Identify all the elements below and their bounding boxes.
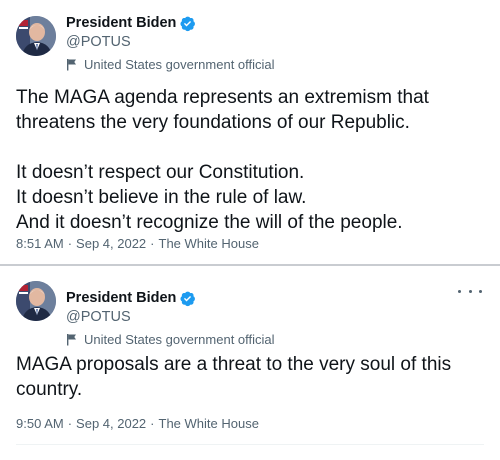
account-label: United States government official — [66, 55, 275, 73]
tweet-date[interactable]: Sep 4, 2022 — [76, 236, 146, 251]
tweet-text: The MAGA agenda represents an extremism … — [16, 87, 429, 233]
tweet-date[interactable]: Sep 4, 2022 — [76, 416, 146, 431]
tweet-card[interactable]: President Biden @POTUS United States gov… — [0, 266, 500, 460]
meta-separator: · — [150, 236, 155, 251]
account-label: United States government official — [66, 330, 275, 348]
flag-icon — [67, 58, 76, 70]
author-block: President Biden @POTUS United States gov… — [66, 13, 275, 73]
more-dot — [458, 289, 461, 293]
tweet-time[interactable]: 8:51 AM — [16, 236, 64, 251]
bottom-divider — [16, 444, 484, 445]
account-label-text: United States government official — [84, 331, 275, 347]
avatar[interactable] — [16, 16, 56, 56]
avatar[interactable] — [16, 281, 56, 321]
author-name[interactable]: President Biden — [66, 15, 176, 31]
verified-badge-icon — [179, 15, 196, 32]
meta-separator: · — [67, 416, 73, 431]
tweet-source[interactable]: The White House — [159, 416, 259, 431]
meta-separator: · — [150, 416, 155, 431]
meta-separator: · — [67, 236, 73, 251]
tweet-meta: 8:51 AM · Sep 4, 2022 · The White House — [16, 236, 259, 252]
more-options-icon[interactable] — [458, 284, 482, 298]
author-name[interactable]: President Biden — [66, 290, 176, 306]
tweet-card[interactable]: President Biden @POTUS United States gov… — [0, 0, 500, 264]
name-row: President Biden — [66, 13, 275, 33]
name-row: President Biden — [66, 288, 275, 308]
tweet-source[interactable]: The White House — [159, 236, 259, 251]
more-dot — [468, 289, 472, 293]
tweet-time[interactable]: 9:50 AM — [16, 416, 64, 431]
verified-badge-icon — [179, 290, 196, 307]
author-handle[interactable]: @POTUS — [66, 34, 275, 53]
author-handle[interactable]: @POTUS — [66, 309, 275, 328]
tweet-meta: 9:50 AM · Sep 4, 2022 · The White House — [16, 416, 259, 432]
author-block: President Biden @POTUS United States gov… — [66, 288, 275, 348]
flag-icon — [67, 333, 76, 345]
account-label-text: United States government official — [84, 56, 275, 72]
more-dot — [479, 289, 482, 293]
tweet-text: MAGA proposals are a threat to the very … — [16, 354, 452, 400]
